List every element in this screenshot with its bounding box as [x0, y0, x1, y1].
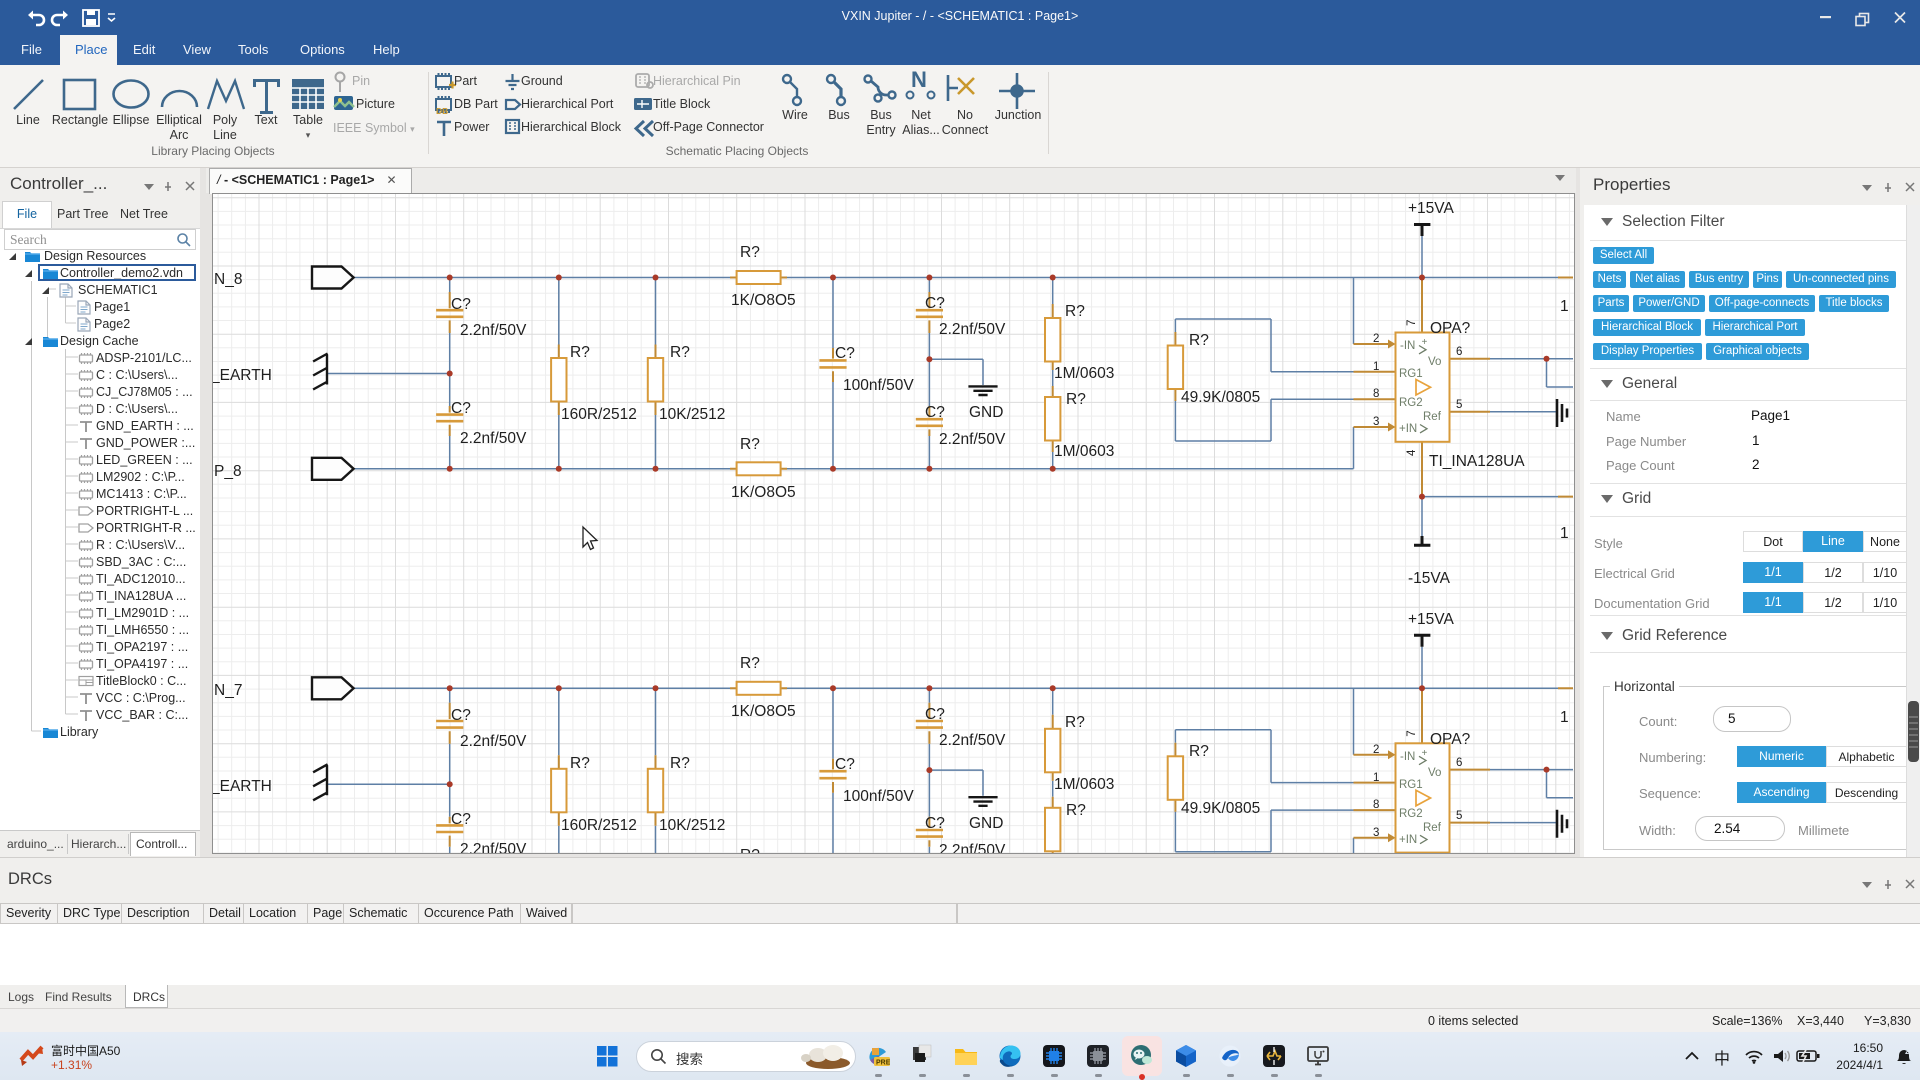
svg-text:R?: R? — [670, 344, 690, 361]
svg-text:4: 4 — [1406, 449, 1418, 456]
svg-text:3: 3 — [1373, 416, 1379, 428]
svg-text:1: 1 — [1560, 298, 1569, 315]
svg-text:RG1: RG1 — [1399, 779, 1423, 791]
svg-text:2.2nf/50V: 2.2nf/50V — [939, 732, 1006, 749]
svg-text:1M/0603: 1M/0603 — [1054, 365, 1114, 382]
svg-text:1M/0603: 1M/0603 — [1054, 443, 1114, 460]
svg-text:P_8: P_8 — [214, 463, 242, 480]
svg-text:Ref: Ref — [1423, 822, 1442, 834]
svg-text:R?: R? — [570, 755, 590, 772]
svg-text:2: 2 — [1373, 744, 1379, 756]
svg-text:DB: DB — [436, 106, 448, 116]
svg-text:2.2nf/50V: 2.2nf/50V — [939, 842, 1006, 853]
svg-text:PRE: PRE — [876, 1060, 890, 1067]
svg-text:R?: R? — [1065, 714, 1085, 731]
svg-text:160R/2512: 160R/2512 — [561, 406, 637, 423]
svg-text:R?: R? — [740, 847, 760, 853]
svg-text:+IN: +IN — [1399, 834, 1417, 846]
svg-text:C?: C? — [925, 295, 945, 312]
svg-text:Vo: Vo — [1428, 356, 1441, 368]
svg-text:2: 2 — [1373, 333, 1379, 345]
svg-text:5: 5 — [1456, 399, 1462, 411]
svg-text:1: 1 — [1560, 709, 1569, 726]
svg-text:R?: R? — [1189, 332, 1209, 349]
svg-text:C?: C? — [451, 400, 471, 417]
svg-text:R?: R? — [740, 244, 760, 261]
svg-text:RG2: RG2 — [1399, 808, 1423, 820]
svg-text:N: N — [911, 67, 927, 92]
svg-text:8: 8 — [1373, 388, 1379, 400]
svg-text:+: + — [1422, 748, 1428, 759]
svg-text:C?: C? — [925, 815, 945, 832]
svg-text:-15VA: -15VA — [1408, 570, 1451, 587]
svg-text:8: 8 — [1373, 799, 1379, 811]
svg-text:+15VA: +15VA — [1408, 611, 1454, 628]
svg-text:2.2nf/50V: 2.2nf/50V — [939, 431, 1006, 448]
svg-text:C?: C? — [451, 811, 471, 828]
svg-text:49.9K/0805: 49.9K/0805 — [1181, 389, 1260, 406]
svg-text:Vo: Vo — [1428, 767, 1441, 779]
svg-text:R?: R? — [740, 655, 760, 672]
svg-text:2.2nf/50V: 2.2nf/50V — [460, 841, 527, 853]
svg-text:-IN: -IN — [1400, 340, 1415, 352]
svg-text:1K/O8O5: 1K/O8O5 — [731, 484, 796, 501]
svg-text:R?: R? — [1066, 391, 1086, 408]
svg-text:1K/O8O5: 1K/O8O5 — [731, 292, 796, 309]
svg-text:3: 3 — [1373, 827, 1379, 839]
svg-text:49.9K/0805: 49.9K/0805 — [1181, 800, 1260, 817]
svg-text:2.2nf/50V: 2.2nf/50V — [460, 733, 527, 750]
svg-text:N_8: N_8 — [214, 271, 242, 288]
svg-text:R?: R? — [1189, 743, 1209, 760]
svg-text:R?: R? — [670, 755, 690, 772]
svg-text:R?: R? — [1065, 303, 1085, 320]
svg-text:1: 1 — [1560, 525, 1569, 542]
svg-text:2.2nf/50V: 2.2nf/50V — [939, 321, 1006, 338]
svg-text:OPA?: OPA? — [1430, 731, 1471, 748]
svg-text:100nf/50V: 100nf/50V — [843, 377, 914, 394]
svg-text:5: 5 — [1456, 810, 1462, 822]
svg-text:C?: C? — [925, 404, 945, 421]
svg-text:z: z — [1905, 1047, 1909, 1056]
svg-text:R?: R? — [570, 344, 590, 361]
svg-text:-IN: -IN — [1400, 751, 1415, 763]
svg-text:RG1: RG1 — [1399, 368, 1423, 380]
svg-text:R?: R? — [740, 436, 760, 453]
svg-text:2.2nf/50V: 2.2nf/50V — [460, 430, 527, 447]
svg-text:6: 6 — [1456, 757, 1462, 769]
svg-text:C?: C? — [835, 756, 855, 773]
svg-text:TI_INA128UA: TI_INA128UA — [1429, 453, 1525, 470]
svg-text:1: 1 — [1373, 772, 1379, 784]
svg-text:RG2: RG2 — [1399, 397, 1423, 409]
svg-text:+IN: +IN — [1399, 423, 1417, 435]
svg-text:_EARTH: _EARTH — [213, 367, 272, 384]
svg-text:C?: C? — [925, 706, 945, 723]
svg-text:OPA?: OPA? — [1430, 320, 1471, 337]
svg-text:_EARTH: _EARTH — [213, 778, 272, 795]
svg-text:Ref: Ref — [1423, 411, 1442, 423]
svg-text:1K/O8O5: 1K/O8O5 — [731, 703, 796, 720]
svg-text:160R/2512: 160R/2512 — [561, 817, 637, 834]
svg-text:C?: C? — [451, 296, 471, 313]
svg-text:1M/0603: 1M/0603 — [1054, 776, 1114, 793]
svg-text:+15VA: +15VA — [1408, 200, 1454, 217]
svg-text:1: 1 — [1373, 361, 1379, 373]
svg-text:2.2nf/50V: 2.2nf/50V — [460, 322, 527, 339]
svg-text:7: 7 — [1406, 320, 1418, 326]
svg-text:+: + — [1422, 337, 1428, 348]
svg-text:C?: C? — [451, 707, 471, 724]
svg-text:GND: GND — [969, 815, 1003, 832]
svg-text:10K/2512: 10K/2512 — [659, 406, 725, 423]
svg-text:7: 7 — [1406, 730, 1418, 736]
svg-text:GND: GND — [969, 404, 1003, 421]
svg-text:6: 6 — [1456, 346, 1462, 358]
svg-text:100nf/50V: 100nf/50V — [843, 788, 914, 805]
svg-text:R?: R? — [1066, 802, 1086, 819]
svg-text:C?: C? — [835, 345, 855, 362]
svg-text:10K/2512: 10K/2512 — [659, 817, 725, 834]
svg-text:N_7: N_7 — [214, 682, 242, 699]
